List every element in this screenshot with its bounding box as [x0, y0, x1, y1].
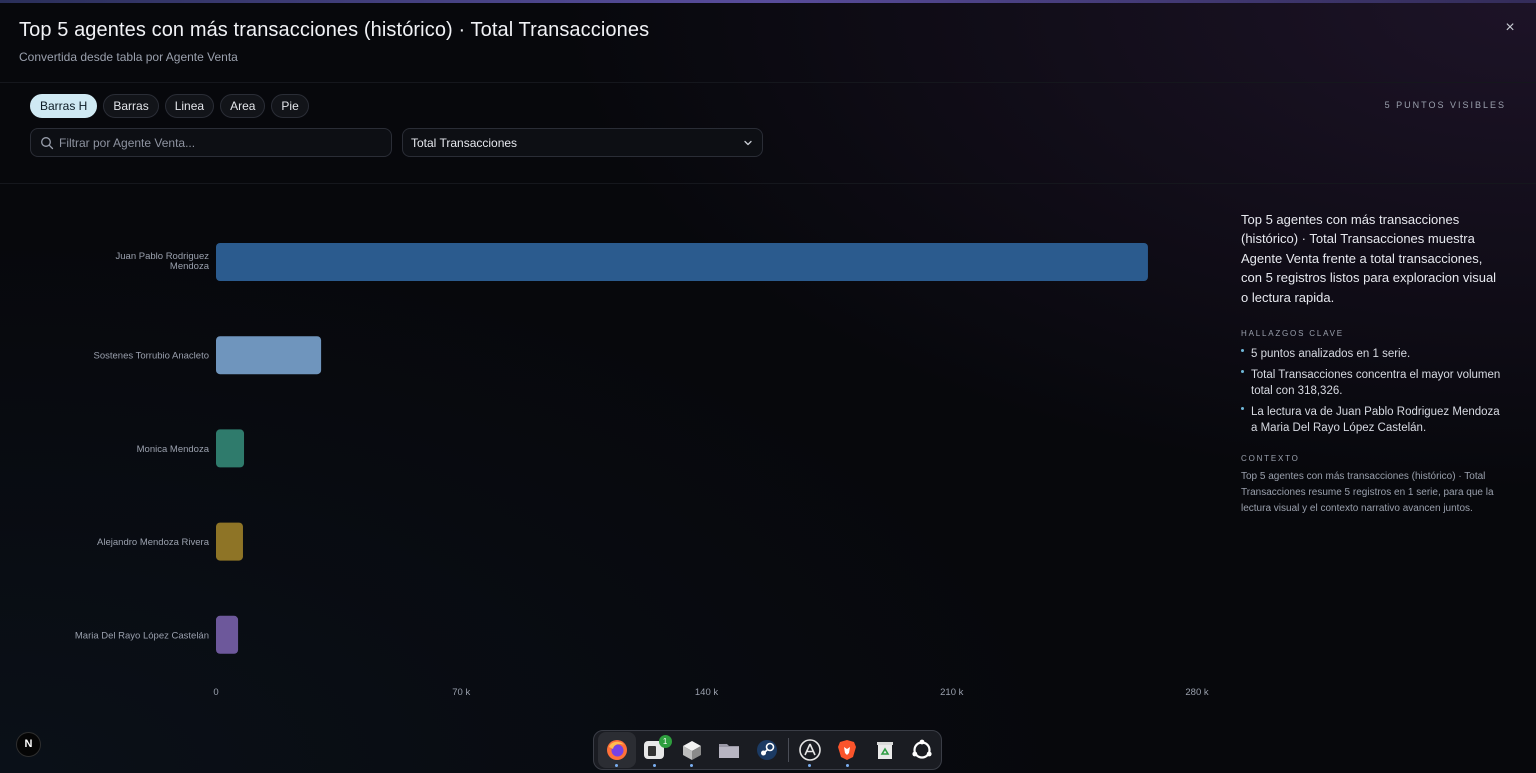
dock-app-firefox[interactable] [598, 732, 636, 768]
x-tick-label: 210 k [940, 687, 963, 698]
visible-points-count: 5 PUNTOS VISIBLES [1384, 100, 1506, 110]
dock-app-trash[interactable] [866, 732, 904, 768]
x-tick-label: 0 [213, 687, 218, 698]
findings-list: 5 puntos analizados en 1 serie. Total Tr… [1241, 346, 1506, 436]
bar-4[interactable] [216, 522, 243, 561]
dock-app-steam[interactable] [748, 732, 786, 768]
bullet-dot [1241, 407, 1244, 411]
x-tick-label: 140 k [695, 687, 718, 698]
ubuntu-logo-icon [912, 739, 932, 759]
chevron-down-icon [744, 140, 752, 146]
finding-text: 5 puntos analizados en 1 serie. [1251, 348, 1411, 361]
tab-barras[interactable]: Barras [103, 94, 159, 118]
tab-area[interactable]: Area [220, 94, 266, 118]
trash-recycle-icon [876, 742, 893, 759]
dock-app-messaging[interactable]: 1 [636, 732, 674, 768]
insights-panel: Top 5 agentes con más transacciones (his… [1241, 210, 1506, 517]
chart-type-tabs: Barras H Barras Linea Area Pie [30, 94, 309, 118]
x-tick-label: 280 k [1185, 687, 1208, 698]
close-button[interactable]: × [1500, 18, 1520, 38]
context-text: Top 5 agentes con más transacciones (his… [1241, 471, 1494, 515]
bar-5[interactable] [216, 615, 239, 654]
finding-item: Total Transacciones concentra el mayor v… [1241, 367, 1506, 399]
bar-1[interactable] [216, 243, 1148, 281]
header-divider [0, 82, 1536, 83]
dock-app-ubuntu[interactable] [903, 732, 941, 768]
bullet-dot [1241, 370, 1244, 374]
finding-text: Total Transacciones concentra el mayor v… [1251, 369, 1501, 398]
brave-lion-icon [838, 740, 857, 760]
app-dock: 1 [593, 730, 942, 770]
findings-heading: HALLAZGOS CLAVE [1241, 329, 1344, 339]
filter-field[interactable] [30, 128, 392, 157]
firefox-icon [606, 740, 627, 760]
top-accent-line [0, 0, 1536, 3]
tab-barras-h[interactable]: Barras H [30, 94, 98, 118]
horizontal-bar-chart: Juan Pablo Rodriguez Mendoza Sostenes Torr… [75, 243, 1209, 698]
page-title: Top 5 agentes con más transacciones (his… [19, 19, 650, 41]
metric-select[interactable]: Total Transacciones [402, 128, 763, 157]
dock-app-files[interactable] [711, 732, 749, 768]
category-label-5: Maria Del Rayo López Castelán [75, 630, 209, 641]
steam-icon [757, 740, 778, 760]
finding-item: La lectura va de Juan Pablo Rodriguez Me… [1241, 404, 1506, 436]
tab-linea[interactable]: Linea [164, 94, 215, 118]
x-tick-label: 70 k [452, 687, 470, 698]
search-icon [41, 137, 54, 150]
bar-3[interactable] [216, 429, 245, 468]
package-box-icon [682, 741, 701, 760]
metric-select-value: Total Transacciones [411, 136, 518, 150]
toolbar-divider [0, 183, 1536, 184]
tab-pie[interactable]: Pie [271, 94, 309, 118]
running-indicator [615, 764, 619, 767]
category-label-4: Alejandro Mendoza Rivera [97, 537, 210, 548]
files-folder-icon [719, 744, 740, 758]
finding-text: La lectura va de Juan Pablo Rodriguez Me… [1251, 406, 1500, 435]
filter-input[interactable] [59, 129, 379, 156]
page-subtitle: Convertida desde tabla por Agente Venta [19, 50, 238, 64]
dock-separator [787, 738, 789, 762]
running-indicator [690, 764, 694, 767]
category-label-2: Sostenes Torrubio Anacleto [94, 351, 209, 362]
category-label-1: Juan Pablo Rodriguez Mendoza [116, 251, 210, 272]
category-label-3: Monica Mendoza [137, 444, 210, 455]
insights-lead: Top 5 agentes con más transacciones (his… [1241, 212, 1497, 305]
n-badge-icon[interactable]: N [16, 732, 41, 757]
notification-badge: 1 [658, 735, 672, 748]
running-indicator [652, 764, 656, 767]
running-indicator [845, 764, 849, 767]
context-heading: CONTEXTO [1241, 454, 1300, 464]
app-store-icon [798, 739, 821, 761]
bullet-dot [1241, 349, 1244, 353]
close-icon[interactable]: × [1505, 19, 1514, 36]
dock-app-brave[interactable] [828, 732, 866, 768]
running-indicator [808, 764, 812, 767]
dock-app-package[interactable] [673, 732, 711, 768]
finding-item: 5 puntos analizados en 1 serie. [1241, 346, 1506, 362]
bar-2[interactable] [216, 336, 322, 375]
dock-app-store[interactable] [791, 732, 829, 768]
